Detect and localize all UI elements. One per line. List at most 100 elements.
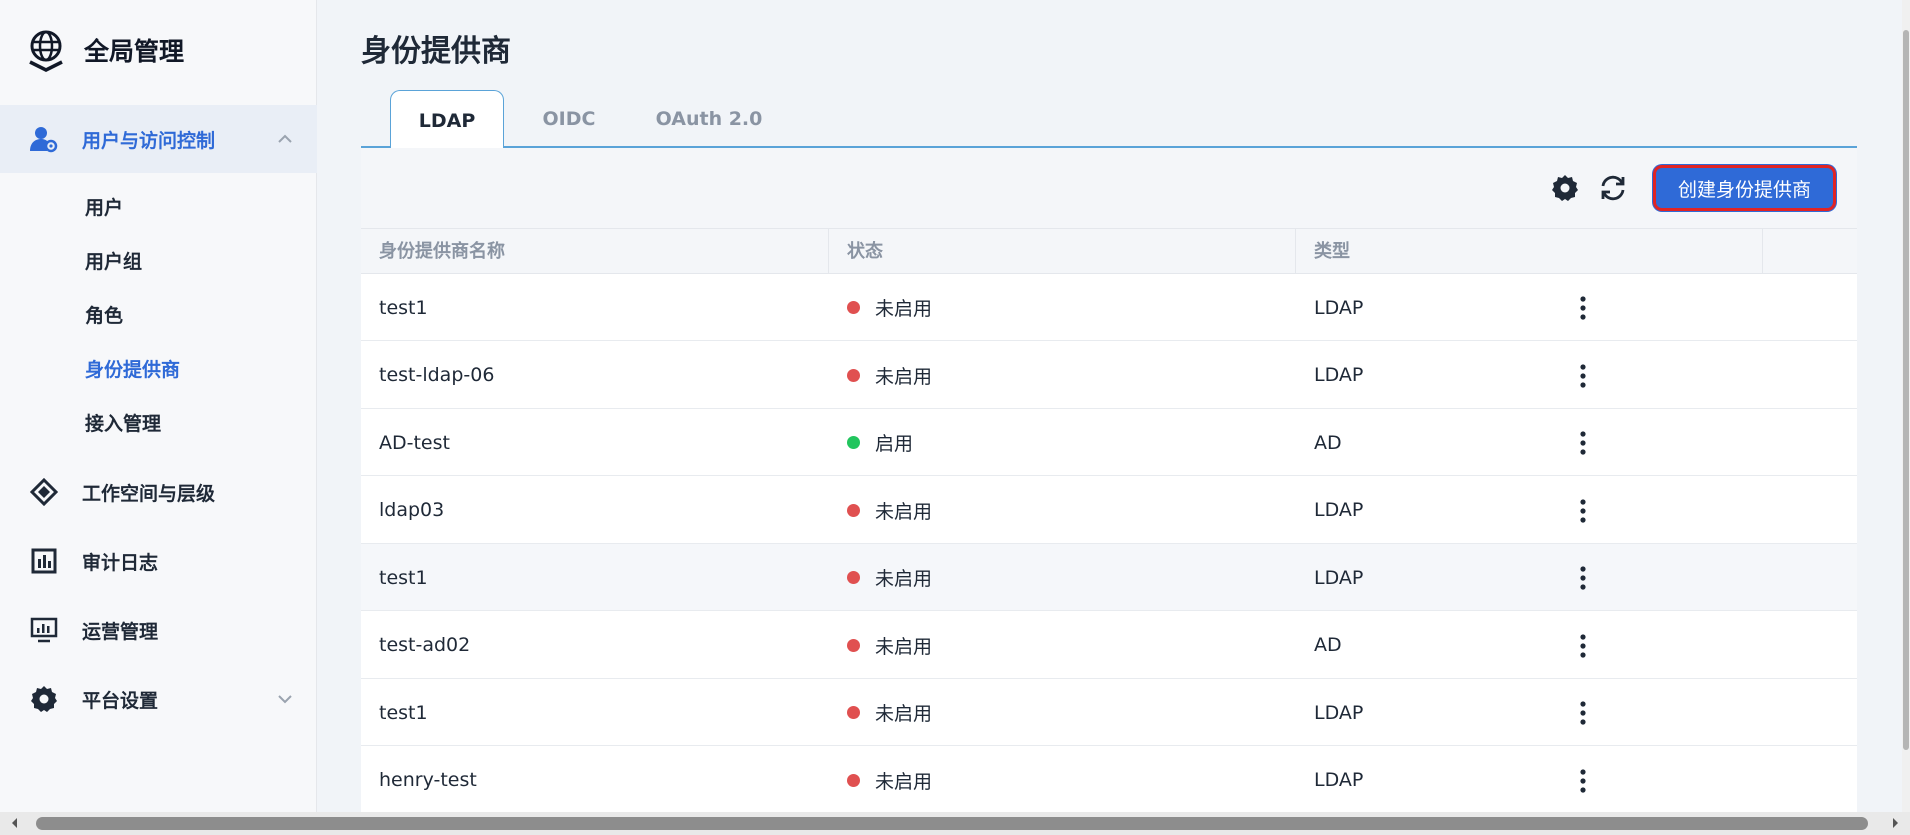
sidebar-group-audit-log[interactable]: 审计日志 (0, 527, 317, 595)
status-cell: 未启用 (847, 274, 932, 341)
sidebar-group-user-access[interactable]: 用户与访问控制 (0, 105, 317, 173)
status-text: 未启用 (875, 365, 933, 388)
status-dot-icon (847, 436, 860, 449)
status-dot-icon (847, 368, 860, 382)
column-header-name[interactable]: 身份提供商名称 (361, 229, 829, 274)
sidebar-item-access-management[interactable]: 接入管理 (85, 409, 161, 439)
provider-name[interactable]: test1 (379, 544, 428, 611)
table-row[interactable]: henry-test 未启用 LDAP (361, 746, 1857, 814)
chevron-up-icon[interactable] (275, 129, 295, 149)
provider-name[interactable]: test-ldap-06 (379, 342, 494, 409)
more-actions-icon[interactable] (1568, 697, 1598, 729)
provider-type: LDAP (1314, 364, 1364, 386)
table-row[interactable]: ldap03 未启用 LDAP (361, 476, 1857, 544)
provider-name[interactable]: ldap03 (379, 477, 444, 544)
refresh-icon[interactable] (1598, 173, 1628, 203)
sidebar-item-users[interactable]: 用户 (85, 193, 123, 223)
more-actions-icon[interactable] (1568, 630, 1598, 662)
scrollbar-thumb[interactable] (1903, 30, 1909, 750)
sidebar-group-operations[interactable]: 运营管理 (0, 596, 317, 664)
scroll-right-arrow-icon[interactable] (1888, 816, 1902, 830)
status-dot-icon (847, 571, 860, 584)
status-text: 启用 (875, 433, 914, 455)
provider-type: AD (1314, 634, 1342, 656)
table-row[interactable]: test1 未启用 LDAP (361, 544, 1857, 611)
chevron-down-icon[interactable] (275, 689, 295, 709)
sidebar-group-label: 工作空间与层级 (82, 482, 216, 505)
sidebar: 全局管理 用户与访问控制 用户 用户组 角色 身份提供商 接入管理 工作空间与层… (0, 0, 317, 812)
provider-type: AD (1314, 431, 1342, 454)
column-header-status[interactable]: 状态 (829, 229, 1296, 274)
sidebar-group-label: 用户与访问控制 (82, 129, 216, 152)
status-dot-icon (847, 301, 860, 314)
tab-ldap[interactable]: LDAP (390, 90, 504, 150)
sidebar-item-user-groups[interactable]: 用户组 (85, 247, 142, 277)
status-cell: 未启用 (847, 747, 932, 814)
provider-type: LDAP (1314, 769, 1364, 791)
create-provider-button[interactable]: 创建身份提供商 (1652, 164, 1837, 212)
status-cell: 启用 (847, 409, 913, 476)
toolbar: 创建身份提供商 (361, 148, 1857, 228)
status-cell: 未启用 (847, 679, 932, 746)
status-text: 未启用 (875, 770, 933, 793)
status-dot-icon (847, 503, 860, 517)
main-content: 身份提供商 LDAP OIDC OAuth 2.0 创建身份提供商 身份提供商名… (318, 0, 1902, 814)
operations-icon (30, 616, 58, 644)
status-cell: 未启用 (847, 544, 932, 611)
tab-bar: LDAP OIDC OAuth 2.0 (361, 90, 1857, 150)
sidebar-group-workspace[interactable]: 工作空间与层级 (0, 458, 317, 526)
gear-icon (30, 685, 58, 713)
audit-log-icon (30, 547, 58, 575)
status-dot-icon (847, 706, 860, 719)
gear-icon[interactable] (1550, 173, 1580, 203)
page-title: 身份提供商 (361, 34, 511, 69)
provider-name[interactable]: henry-test (379, 747, 477, 814)
more-actions-icon[interactable] (1568, 360, 1598, 392)
scrollbar-thumb[interactable] (36, 817, 1868, 830)
provider-name[interactable]: test1 (379, 274, 428, 341)
globe-icon (29, 30, 63, 72)
sidebar-group-label: 运营管理 (82, 620, 159, 643)
more-actions-icon[interactable] (1568, 292, 1598, 324)
provider-type: LDAP (1314, 566, 1364, 589)
status-dot-icon (847, 638, 860, 652)
more-actions-icon[interactable] (1568, 427, 1598, 459)
table-row[interactable]: test-ad02 未启用 AD (361, 611, 1857, 679)
provider-name[interactable]: test1 (379, 679, 428, 746)
status-text: 未启用 (875, 703, 933, 725)
app-header[interactable]: 全局管理 (26, 28, 184, 72)
more-actions-icon[interactable] (1568, 765, 1598, 797)
horizontal-scrollbar[interactable] (0, 812, 1910, 835)
scroll-left-arrow-icon[interactable] (8, 816, 22, 830)
status-dot-icon (847, 773, 860, 787)
provider-name[interactable]: test-ad02 (379, 612, 470, 679)
provider-type: LDAP (1314, 701, 1364, 724)
table-row[interactable]: test1 未启用 LDAP (361, 679, 1857, 746)
tab-oidc[interactable]: OIDC (504, 90, 634, 148)
status-text: 未启用 (875, 635, 933, 658)
sidebar-item-roles[interactable]: 角色 (85, 301, 123, 331)
status-text: 未启用 (875, 298, 933, 320)
column-header-actions (1763, 229, 1857, 274)
status-cell: 未启用 (847, 477, 932, 544)
table-row[interactable]: AD-test 启用 AD (361, 409, 1857, 476)
provider-type: LDAP (1314, 296, 1364, 319)
tab-oauth2[interactable]: OAuth 2.0 (634, 90, 784, 148)
app-title: 全局管理 (84, 37, 185, 66)
sidebar-group-label: 平台设置 (82, 689, 159, 712)
more-actions-icon[interactable] (1568, 495, 1598, 527)
workspace-icon (30, 478, 58, 506)
column-header-type[interactable]: 类型 (1296, 229, 1763, 274)
status-cell: 未启用 (847, 612, 932, 679)
sidebar-group-platform-settings[interactable]: 平台设置 (0, 665, 317, 733)
status-text: 未启用 (875, 500, 933, 523)
table-row[interactable]: test-ldap-06 未启用 LDAP (361, 341, 1857, 409)
more-actions-icon[interactable] (1568, 562, 1598, 594)
table-row[interactable]: test1 未启用 LDAP (361, 274, 1857, 341)
vertical-scrollbar[interactable] (1902, 0, 1910, 812)
sidebar-item-identity-providers[interactable]: 身份提供商 (85, 355, 180, 385)
provider-name[interactable]: AD-test (379, 409, 450, 476)
provider-panel: 创建身份提供商 身份提供商名称 状态 类型 test1 未启用 LDAP test-l… (361, 148, 1857, 814)
table-header: 身份提供商名称 状态 类型 (361, 228, 1857, 274)
status-cell: 未启用 (847, 342, 932, 409)
